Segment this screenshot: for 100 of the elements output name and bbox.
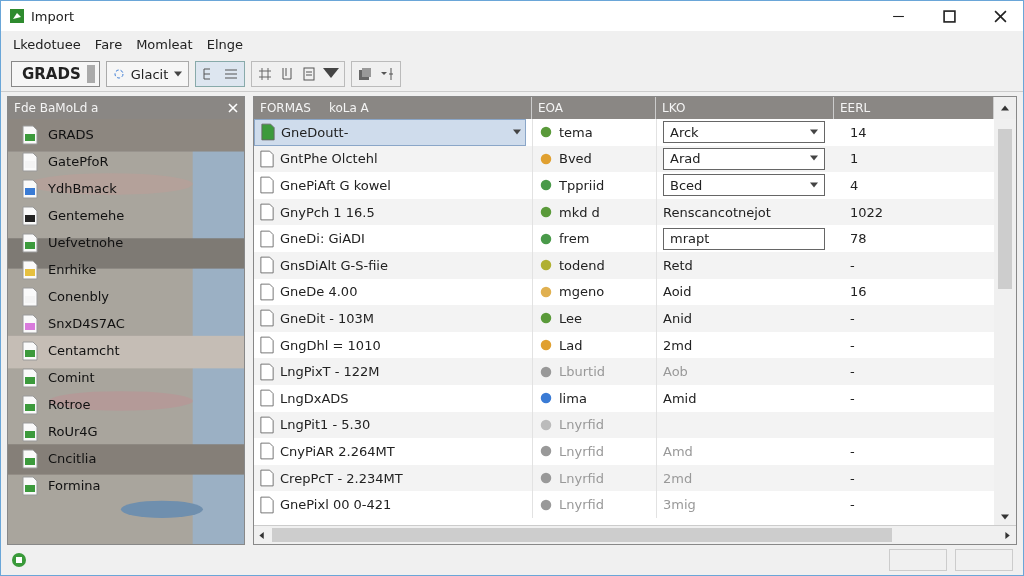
table-cell: - [850,364,855,380]
table-cell: frem [559,231,590,247]
table-row[interactable]: GntPhe Olctehl [254,145,532,173]
vertical-scrollbar[interactable] [994,119,1016,525]
file-icon [22,448,38,469]
file-icon [261,123,275,142]
table-row[interactable]: LngDxADS [254,384,532,412]
type-icon [539,151,553,166]
type-icon [539,364,553,379]
file-icon [22,313,38,334]
table-row[interactable]: GnePiAft G kowel [254,172,532,199]
split-caret-icon[interactable] [379,66,396,82]
table-cell: lima [559,390,587,406]
table-cell: Lnyrfid [559,417,604,433]
scroll-up-icon[interactable] [1001,104,1009,112]
sidebar-item[interactable]: Gentemehe [48,208,125,223]
sidebar-item[interactable]: GRADS [48,127,94,142]
table-row[interactable]: GneDe 4.00 [254,278,532,306]
table-cell: - [850,337,855,353]
file-icon [260,469,274,487]
window-title: Import [31,8,75,24]
menu-item[interactable]: Lkedotuee [13,36,81,52]
table-cell: Retd [663,257,693,273]
file-icon [260,203,274,222]
dropdown[interactable]: Glacit [105,61,190,87]
table-cell: Amid [663,390,697,406]
table-row[interactable]: GnePixl 00 0-421 [254,491,532,518]
table-cell: Aob [663,364,688,380]
sidebar-item[interactable]: GatePfoR [48,154,109,169]
menu-item[interactable]: Elnge [206,36,243,52]
sidebar-item[interactable]: Uefvetnohe [48,235,124,250]
file-icon [260,495,274,514]
dropdown[interactable]: Arck [663,121,825,144]
app-icon [9,8,25,24]
type-icon [539,497,553,512]
sidebar-item[interactable]: SnxD4S7AC [48,316,125,331]
table-row[interactable]: GnsDiAlt G-S-fiie [254,251,532,279]
table-row[interactable]: GnyPch 1 16.5 [254,198,532,226]
file-icon [22,232,38,253]
scroll-down-icon[interactable] [1001,514,1009,521]
table-cell: 2md [663,337,693,353]
table-cell: - [850,443,855,459]
file-icon [22,286,38,307]
sidebar-item[interactable]: Formina [48,478,101,493]
table-cell: - [850,390,855,406]
file-icon [260,282,274,301]
scroll-right-icon[interactable] [1004,531,1012,539]
table-cell: todend [559,257,605,273]
caret-icon [810,182,818,189]
table-cell: Amd [663,443,693,459]
table-row[interactable]: GneDi: GiADI [254,225,532,252]
sidebar-item[interactable]: Enrhike [48,262,97,277]
grid-icon[interactable] [257,66,274,82]
close-button[interactable] [994,9,1007,23]
table-cell: GnePixl 00 0-421 [280,497,392,513]
table-row[interactable]: GngDhl = 1010 [254,331,532,359]
sidebar-item[interactable]: Conenbly [48,289,110,304]
dropdown[interactable]: Bced [663,174,825,197]
maximize-button[interactable] [943,9,956,23]
sidebar-item[interactable]: Cncitlia [48,451,97,466]
horizontal-scrollbar[interactable] [254,525,1016,544]
table-cell: Lnyrfid [559,443,604,459]
table-cell: Lburtid [559,364,606,380]
table-cell: Lee [559,310,582,326]
type-icon [539,205,553,220]
table-cell: Tppriid [559,178,605,193]
file-icon [22,340,38,361]
table-cell: 2md [663,470,693,486]
sidebar-item[interactable]: Comint [48,370,95,385]
input-field[interactable]: mrapt [663,227,825,250]
file-icon [260,442,274,461]
file-icon [260,256,274,275]
table-cell: Anid [663,310,692,326]
menu-item[interactable]: Momleat [136,36,193,52]
table-row[interactable]: LngPit1 - 5.30 [254,411,532,439]
caret-icon [810,155,818,163]
spinner-field[interactable]: GRADS [11,61,100,87]
file-icon [260,415,274,434]
dropdown[interactable]: Arad [663,147,825,170]
refresh-icon [112,68,125,80]
table-cell: - [850,310,855,326]
table-cell: - [850,470,855,486]
status-panel [889,549,947,571]
scroll-left-icon[interactable] [258,531,266,539]
table-row[interactable]: CrepPcT - 2.234MT [254,464,532,492]
sidebar-item[interactable]: Centamcht [48,343,120,358]
menu-item[interactable]: Fare [94,36,123,52]
table-cell: GneDe 4.00 [280,284,358,300]
file-icon [22,178,38,199]
table-row[interactable]: CnyPiAR 2.264MT [254,438,532,465]
table-row[interactable]: LngPixT - 122M [254,358,532,385]
table-cell: CnyPiAR 2.264MT [280,443,395,459]
table-cell: GnyPch 1 16.5 [280,204,375,220]
sidebar-item[interactable]: RoUr4G [48,424,98,439]
table-row[interactable]: GneDoutt- [254,119,526,146]
table-cell: Renscancotnejot [663,204,771,220]
table-cell: GnsDiAlt G-S-fiie [280,257,388,273]
table-row[interactable]: GneDit - 103M [254,305,532,332]
stack-icon[interactable] [357,66,374,82]
close-icon[interactable] [228,103,238,113]
